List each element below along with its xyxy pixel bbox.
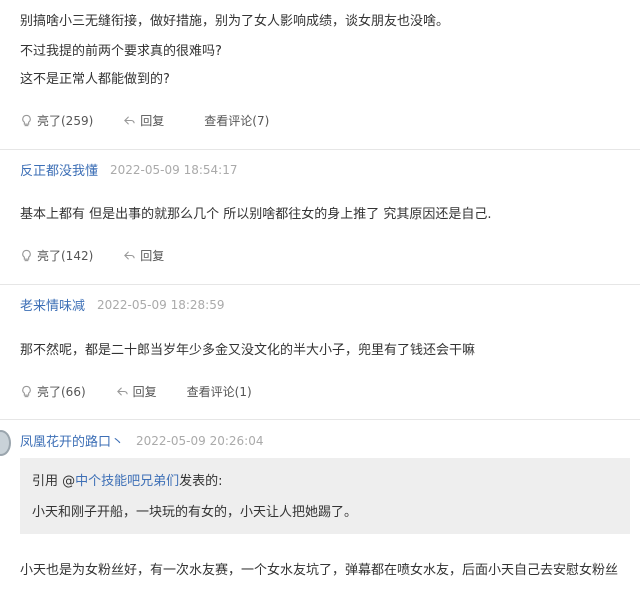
post-text-line: 别搞啥小三无缝衔接，做好措施，别为了女人影响成绩，谈女朋友也没啥。 <box>20 14 450 29</box>
quote-user-link[interactable]: 中个技能吧兄弟们 <box>75 474 179 489</box>
post-header: 老来情味减 2022-05-09 18:28:59 <box>20 295 225 315</box>
reply-label: 回复 <box>140 114 165 128</box>
post-timestamp: 2022-05-09 18:54:17 <box>110 162 238 177</box>
divider <box>0 284 640 285</box>
avatar[interactable] <box>0 430 11 456</box>
lightbulb-icon <box>22 114 31 127</box>
quote-text: 小天和刚子开船，一块玩的有女的，小天让人把她踢了。 <box>32 505 358 520</box>
quote-prefix: 引用 @ <box>32 474 76 489</box>
like-button[interactable]: 亮了(66) <box>20 383 86 400</box>
reply-label: 回复 <box>132 385 157 399</box>
divider <box>0 149 640 150</box>
lightbulb-icon <box>22 385 31 398</box>
reply-button[interactable]: 回复 <box>123 112 164 129</box>
quote-suffix: 发表的: <box>179 474 223 489</box>
post-timestamp: 2022-05-09 18:28:59 <box>97 297 225 312</box>
post-text: 小天也是为女粉丝好，有一次水友赛，一个女水友坑了，弹幕都在喷女水友，后面小天自己… <box>20 563 619 578</box>
reply-arrow-icon <box>116 387 128 396</box>
post-header: 凤凰花开的路口丶 2022-05-09 20:26:04 <box>20 431 264 451</box>
username-link[interactable]: 凤凰花开的路口丶 <box>20 431 124 450</box>
reply-arrow-icon <box>124 251 135 260</box>
like-count: 亮了(142) <box>37 249 94 263</box>
like-count: 亮了(259) <box>37 114 94 128</box>
post-text: 基本上都有 但是出事的就那么几个 所以别啥都往女的身上推了 究其原因还是自己. <box>20 207 492 222</box>
post-text: 那不然呢，都是二十郎当岁年少多金又没文化的半大小子，兜里有了钱还会干嘛 <box>20 343 476 358</box>
view-comments-link[interactable]: 查看评论(1) <box>187 383 252 400</box>
like-count: 亮了(66) <box>37 385 86 399</box>
reply-button[interactable]: 回复 <box>123 247 164 264</box>
view-comments-link[interactable]: 查看评论(7) <box>204 112 269 129</box>
like-button[interactable]: 亮了(142) <box>20 247 93 264</box>
lightbulb-icon <box>22 249 31 262</box>
reply-label: 回复 <box>140 249 165 263</box>
post-actions: 亮了(66) 回复 查看评论(1) <box>20 383 252 400</box>
quote-header: 引用 @中个技能吧兄弟们发表的: <box>32 470 223 489</box>
username-link[interactable]: 老来情味减 <box>20 295 85 314</box>
like-button[interactable]: 亮了(259) <box>20 112 93 129</box>
post-text-line: 这不是正常人都能做到的? <box>20 72 170 87</box>
post-text-line: 不过我提的前两个要求真的很难吗? <box>20 44 222 59</box>
reply-button[interactable]: 回复 <box>116 383 157 400</box>
post-actions: 亮了(142) 回复 <box>20 247 164 264</box>
post-actions: 亮了(259) 回复 查看评论(7) <box>20 112 269 129</box>
divider <box>0 419 640 420</box>
reply-arrow-icon <box>124 116 135 125</box>
quote-block: 引用 @中个技能吧兄弟们发表的: 小天和刚子开船，一块玩的有女的，小天让人把她踢… <box>20 458 630 534</box>
post-timestamp: 2022-05-09 20:26:04 <box>136 433 264 448</box>
username-link[interactable]: 反正都没我懂 <box>20 160 98 179</box>
post-header: 反正都没我懂 2022-05-09 18:54:17 <box>20 160 238 180</box>
